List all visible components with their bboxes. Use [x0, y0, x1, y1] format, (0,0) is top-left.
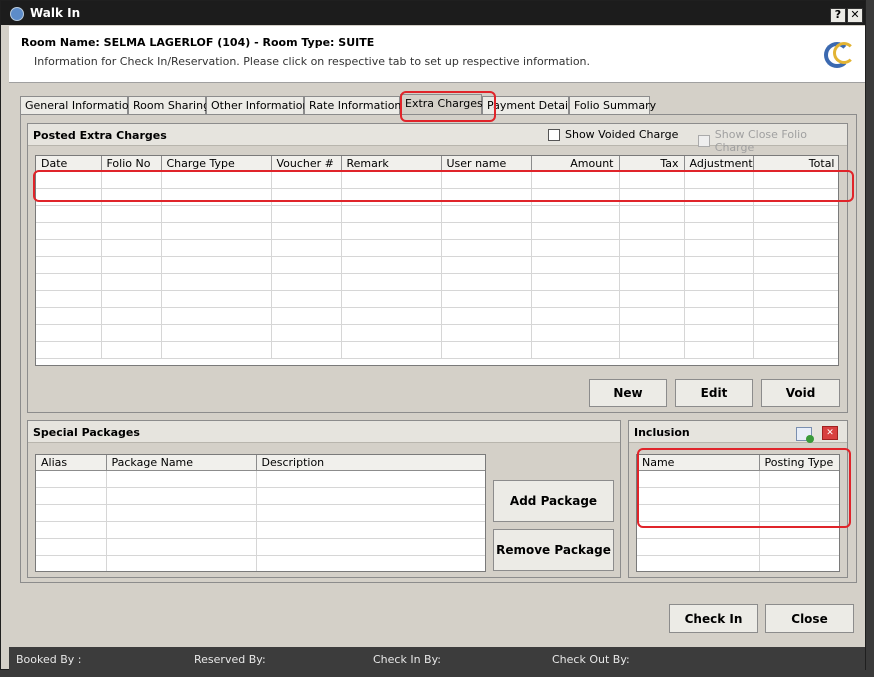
table-row[interactable]	[36, 256, 838, 274]
col-user-name[interactable]: User name	[441, 156, 532, 172]
table-row[interactable]	[36, 487, 485, 505]
table-row[interactable]	[36, 290, 838, 308]
room-title: Room Name: SELMA LAGERLOF (104) - Room T…	[21, 36, 375, 49]
check-in-by-label: Check In By:	[373, 653, 442, 666]
special-packages-group: Special Packages Alias Package Name Desc…	[27, 420, 621, 578]
new-button[interactable]: New	[589, 379, 667, 407]
help-button[interactable]: ?	[830, 8, 846, 23]
void-button[interactable]: Void	[761, 379, 840, 407]
posted-extra-charges-group: Posted Extra Charges Show Voided Charge …	[27, 123, 848, 413]
inclusion-title: Inclusion	[629, 421, 847, 443]
header-info: Information for Check In/Reservation. Pl…	[34, 55, 591, 68]
special-packages-title: Special Packages	[28, 421, 620, 443]
table-row[interactable]	[36, 222, 838, 240]
add-badge-icon	[806, 435, 814, 443]
table-row[interactable]	[36, 341, 838, 359]
table-row[interactable]	[36, 521, 485, 539]
table-row[interactable]	[637, 555, 839, 571]
app-icon	[10, 7, 24, 21]
col-date[interactable]: Date	[36, 156, 102, 172]
col-total[interactable]: Total	[753, 156, 838, 172]
table-row[interactable]	[36, 239, 838, 257]
col-adjustment[interactable]: Adjustment	[684, 156, 754, 172]
show-voided-checkbox[interactable]: Show Voided Charge	[548, 128, 678, 141]
status-bar: Booked By : Reserved By: Check In By: Ch…	[9, 647, 865, 670]
col-alias[interactable]: Alias	[36, 455, 107, 471]
col-amount[interactable]: Amount	[531, 156, 620, 172]
table-row[interactable]	[637, 521, 839, 539]
add-package-button[interactable]: Add Package	[493, 480, 614, 522]
table-row[interactable]	[36, 273, 838, 291]
close-button[interactable]: Close	[765, 604, 854, 633]
extra-charges-panel: Posted Extra Charges Show Voided Charge …	[20, 114, 857, 583]
tab-other-information[interactable]: Other Information	[206, 96, 309, 114]
tab-payment-details[interactable]: Payment Details	[482, 96, 577, 114]
posted-charges-rows	[36, 171, 838, 359]
table-row[interactable]	[637, 504, 839, 522]
table-row[interactable]	[637, 538, 839, 556]
table-row[interactable]	[36, 171, 838, 189]
check-out-by-label: Check Out By:	[552, 653, 630, 666]
tab-room-sharing[interactable]: Room Sharing	[128, 96, 210, 114]
table-row[interactable]	[36, 538, 485, 556]
table-row[interactable]	[637, 487, 839, 505]
close-icon[interactable]: ✕	[847, 8, 863, 23]
checkbox-box[interactable]	[548, 128, 560, 141]
col-tax[interactable]: Tax	[619, 156, 685, 172]
inclusion-grid[interactable]: Name Posting Type	[636, 454, 840, 572]
show-close-folio-label: Show Close Folio Charge	[714, 128, 807, 154]
table-row[interactable]	[36, 205, 838, 223]
col-package-name[interactable]: Package Name	[106, 455, 257, 471]
window-title: Walk In	[30, 6, 81, 20]
table-row[interactable]	[637, 470, 839, 488]
col-name[interactable]: Name	[637, 455, 760, 471]
title-bar[interactable]: Walk In ? ✕	[1, 1, 865, 25]
packages-grid[interactable]: Alias Package Name Description	[35, 454, 486, 572]
col-charge-type[interactable]: Charge Type	[161, 156, 272, 172]
remove-package-button[interactable]: Remove Package	[493, 529, 614, 571]
edit-button[interactable]: Edit	[675, 379, 753, 407]
inclusion-group: Inclusion ✕ Name Posting Type	[628, 420, 848, 578]
tab-rate-information[interactable]: Rate Information	[304, 96, 401, 114]
tab-general-information[interactable]: General Information	[20, 96, 136, 114]
table-row[interactable]	[36, 470, 485, 488]
col-voucher[interactable]: Voucher #	[271, 156, 342, 172]
show-voided-label: Show Voided Charge	[565, 128, 679, 141]
booked-by-label: Booked By :	[16, 653, 82, 666]
reserved-by-label: Reserved By:	[194, 653, 266, 666]
walk-in-window: Walk In ? ✕ Room Name: SELMA LAGERLOF (1…	[0, 0, 866, 670]
table-row[interactable]	[36, 307, 838, 325]
posted-charges-grid[interactable]: Date Folio No Charge Type Voucher # Rema…	[35, 155, 839, 366]
col-folio-no[interactable]: Folio No	[101, 156, 162, 172]
company-logo-accent-icon	[833, 42, 855, 64]
delete-inclusion-icon[interactable]: ✕	[822, 426, 838, 440]
checkbox-box[interactable]	[698, 135, 710, 147]
tab-folio-summary[interactable]: Folio Summary	[569, 96, 656, 114]
check-in-button[interactable]: Check In	[669, 604, 758, 633]
col-description[interactable]: Description	[256, 455, 485, 471]
table-row[interactable]	[36, 504, 485, 522]
col-posting-type[interactable]: Posting Type	[759, 455, 839, 471]
show-close-folio-checkbox[interactable]: Show Close Folio Charge	[698, 128, 847, 154]
table-row[interactable]	[36, 555, 485, 571]
inclusion-rows	[637, 470, 839, 571]
room-header: Room Name: SELMA LAGERLOF (104) - Room T…	[9, 26, 865, 83]
packages-rows	[36, 470, 485, 571]
table-row[interactable]	[36, 324, 838, 342]
tab-extra-charges[interactable]: Extra Charges	[400, 94, 483, 115]
table-row[interactable]	[36, 188, 838, 206]
col-remark[interactable]: Remark	[341, 156, 442, 172]
add-inclusion-icon[interactable]	[796, 427, 814, 443]
